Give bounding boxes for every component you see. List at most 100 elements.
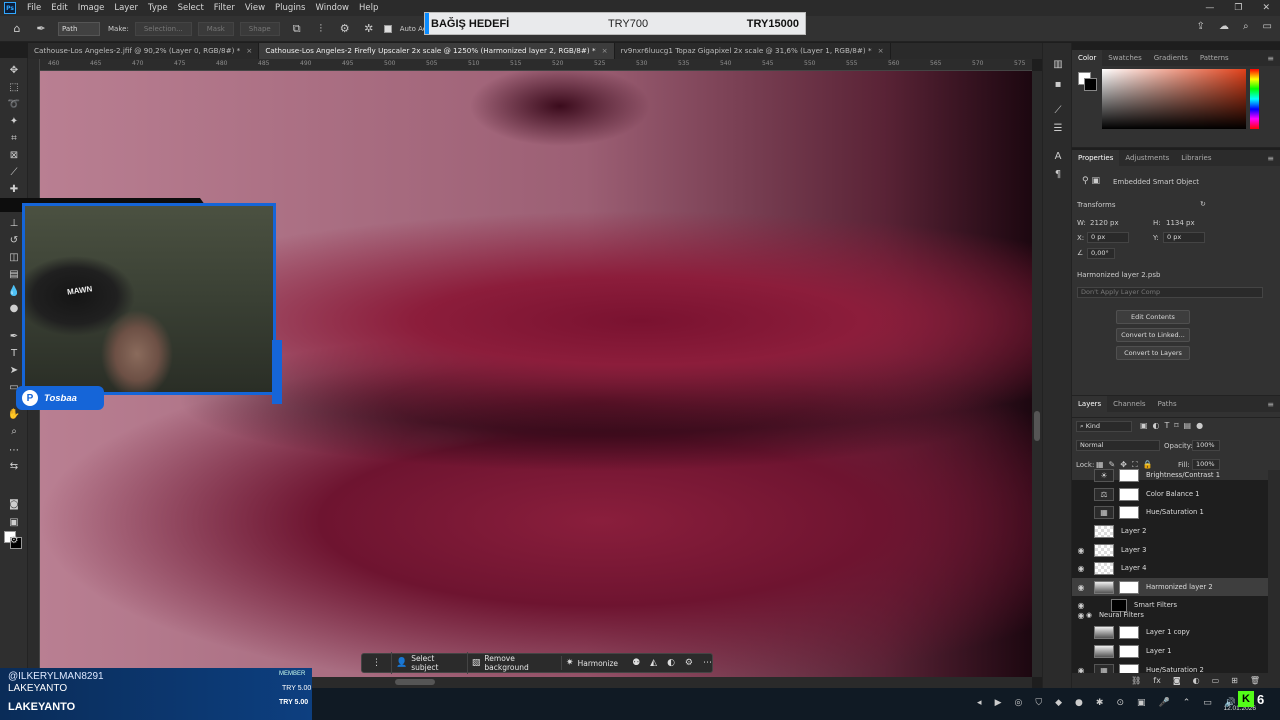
layer-row[interactable]: ◉ Layer 3	[1072, 541, 1268, 559]
angle-input[interactable]: 0,00°	[1087, 248, 1115, 259]
layer-comp-select[interactable]: Don't Apply Layer Comp	[1077, 287, 1263, 298]
layer-mask-thumbnail[interactable]	[1119, 644, 1139, 658]
close-tab-icon[interactable]: ×	[246, 43, 252, 59]
more-options-icon[interactable]: ⋯	[703, 658, 712, 668]
workspace-icon[interactable]: ▭	[1263, 21, 1272, 32]
type-tool-icon[interactable]: T	[6, 347, 22, 361]
menu-edit[interactable]: Edit	[46, 0, 72, 16]
reset-transform-icon[interactable]: ↻	[1200, 200, 1206, 208]
panel-menu-icon[interactable]: ≡	[1267, 400, 1274, 409]
eye-icon[interactable]: ◉	[1072, 583, 1090, 592]
menu-filter[interactable]: Filter	[209, 0, 240, 16]
scroll-thumb[interactable]	[395, 679, 435, 685]
menu-image[interactable]: Image	[73, 0, 110, 16]
tab-adjustments[interactable]: Adjustments	[1119, 150, 1175, 166]
pen-mode-select[interactable]: Path	[58, 21, 100, 36]
history-brush-tool-icon[interactable]: ↺	[6, 234, 22, 248]
arrow-icon[interactable]: ◂	[977, 698, 982, 708]
menu-file[interactable]: File	[22, 0, 46, 16]
panel-menu-icon[interactable]: ≡	[1267, 154, 1274, 163]
app-icon[interactable]: ◎	[1014, 698, 1022, 708]
marquee-tool-icon[interactable]: ⬚	[6, 81, 22, 95]
layer-filter-icons[interactable]: ▣◐T⌑▤●	[1140, 421, 1208, 430]
comments-icon[interactable]: ▪	[1051, 79, 1065, 93]
eye-icon[interactable]: ◉	[1072, 564, 1090, 573]
object-selection-tool-icon[interactable]: ✦	[6, 115, 22, 129]
shield-icon[interactable]: ⛉	[1035, 698, 1042, 708]
pen-tool-preset-icon[interactable]: ✒	[34, 22, 48, 36]
filter-icon[interactable]: ⚙	[685, 658, 693, 668]
microphone-icon[interactable]: 🎤	[1159, 698, 1170, 708]
y-input[interactable]: 0 px	[1163, 232, 1205, 243]
tab-patterns[interactable]: Patterns	[1194, 50, 1235, 66]
spot-healing-tool-icon[interactable]: ✚	[6, 183, 22, 197]
tab-swatches[interactable]: Swatches	[1102, 50, 1147, 66]
adjustment-icon[interactable]: ◐	[667, 658, 675, 668]
eyedropper-tool-icon[interactable]: ⟋	[6, 166, 22, 180]
chevron-up-icon[interactable]: ⌃	[1183, 698, 1191, 708]
lasso-tool-icon[interactable]: ➰	[6, 98, 22, 112]
layer-thumbnail[interactable]	[1094, 625, 1114, 639]
share-icon[interactable]: ⇪	[1197, 21, 1205, 32]
eye-icon[interactable]: ◉	[1072, 546, 1090, 555]
add-mask-icon[interactable]: ◙	[1173, 676, 1181, 685]
make-mask-button[interactable]: Mask	[197, 21, 234, 36]
layer-row[interactable]: ◉ ◉ Neural Filters	[1072, 609, 1268, 621]
path-operations-icon[interactable]: ⧉	[290, 22, 304, 36]
remove-background-button[interactable]: ▧ Remove background	[466, 652, 551, 674]
bluetooth-icon[interactable]: ✱	[1096, 698, 1104, 708]
select-subject-button[interactable]: 👤 Select subject	[391, 652, 457, 674]
paragraph-icon[interactable]: ¶	[1051, 169, 1065, 183]
zoom-tool-icon[interactable]: ⌕	[6, 425, 22, 439]
convert-to-layers-button[interactable]: Convert to Layers	[1116, 346, 1190, 360]
link-layers-icon[interactable]: ⛓	[1131, 676, 1141, 685]
crop-tool-icon[interactable]: ⌗	[6, 132, 22, 146]
tab-libraries[interactable]: Libraries	[1175, 150, 1217, 166]
close-window-button[interactable]: ✕	[1262, 0, 1270, 16]
layer-row[interactable]: ⚖ Color Balance 1	[1072, 485, 1268, 503]
layer-thumbnail[interactable]	[1094, 644, 1114, 658]
adjustments-icon[interactable]: ☰	[1051, 123, 1065, 137]
canvas-vertical-scrollbar[interactable]	[1032, 71, 1042, 677]
document-tab[interactable]: Cathouse-Los Angeles-2.jfif @ 90,2% (Lay…	[28, 43, 260, 59]
convert-to-linked-button[interactable]: Convert to Linked...	[1116, 328, 1190, 342]
menu-view[interactable]: View	[240, 0, 270, 16]
layer-thumbnail[interactable]: ▦	[1094, 505, 1114, 519]
layer-thumbnail[interactable]: ⚖	[1094, 487, 1114, 501]
move-tool-icon[interactable]: ✥	[6, 64, 22, 78]
layer-mask-thumbnail[interactable]	[1119, 580, 1139, 594]
swap-colors-icon[interactable]: ⇆	[6, 460, 22, 474]
layer-mask-thumbnail[interactable]	[1119, 625, 1139, 639]
menu-type[interactable]: Type	[143, 0, 173, 16]
history-icon[interactable]: ▥	[1051, 59, 1065, 73]
layer-row[interactable]: Layer 1 copy	[1072, 623, 1268, 641]
gpu-icon[interactable]: ▣	[1137, 698, 1146, 708]
quick-mask-icon[interactable]: ◙	[6, 498, 22, 512]
new-layer-icon[interactable]: ⊞	[1231, 676, 1238, 685]
app-icon[interactable]: ⊙	[1116, 698, 1124, 708]
layer-row[interactable]: ◉ Layer 4	[1072, 559, 1268, 577]
transform-icon[interactable]: ◭	[650, 658, 657, 668]
color-picker-field[interactable]	[1102, 69, 1246, 129]
x-input[interactable]: 0 px	[1087, 232, 1129, 243]
scroll-thumb[interactable]	[1034, 411, 1040, 441]
eye-icon[interactable]: ◉	[1086, 611, 1092, 619]
document-tab-active[interactable]: Cathouse-Los Angeles-2 Firefly Upscaler …	[259, 43, 615, 59]
make-selection-button[interactable]: Selection...	[134, 21, 192, 36]
close-tab-icon[interactable]: ×	[878, 43, 884, 59]
new-group-icon[interactable]: ▭	[1212, 676, 1220, 685]
layer-row[interactable]: ☀ Brightness/Contrast 1	[1072, 466, 1268, 484]
layers-scrollbar[interactable]	[1268, 470, 1280, 688]
make-shape-button[interactable]: Shape	[239, 21, 280, 36]
app-icon[interactable]: ●	[1075, 698, 1083, 708]
layer-style-icon[interactable]: fx	[1153, 676, 1161, 685]
tab-paths[interactable]: Paths	[1152, 396, 1183, 412]
layer-thumbnail[interactable]	[1094, 524, 1114, 538]
tab-layers[interactable]: Layers	[1072, 396, 1108, 412]
close-tab-icon[interactable]: ×	[602, 43, 608, 59]
hue-slider[interactable]	[1250, 69, 1259, 129]
layer-thumbnail[interactable]: ☀	[1094, 468, 1114, 482]
tab-properties[interactable]: Properties	[1072, 150, 1120, 166]
network-icon[interactable]: ▭	[1203, 698, 1212, 708]
layer-mask-thumbnail[interactable]	[1119, 468, 1139, 482]
